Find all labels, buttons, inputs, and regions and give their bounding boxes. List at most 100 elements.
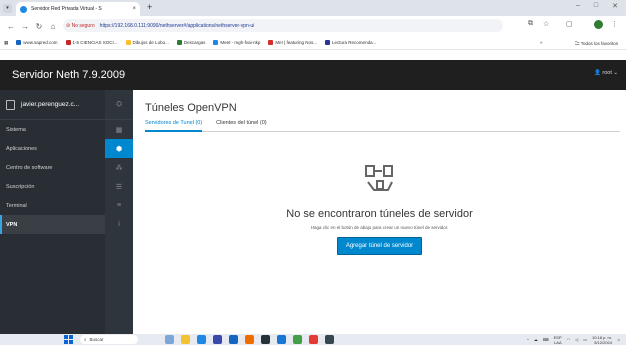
sidebar-item-vpn[interactable]: VPN: [0, 215, 105, 234]
sidebar-item-sistema[interactable]: Sistema: [0, 120, 105, 139]
user-menu[interactable]: 👤 root ⌄: [594, 70, 618, 76]
user-icon: 👤: [593, 70, 601, 76]
server-icon: [6, 99, 15, 110]
edge-browser-icon[interactable]: [197, 335, 206, 344]
sidebar-item-terminal[interactable]: Terminal: [0, 196, 105, 215]
mail-icon[interactable]: [229, 335, 238, 344]
tray-keyboard-icon[interactable]: ⌨: [543, 337, 549, 342]
system-icon[interactable]: ▦: [105, 120, 133, 139]
empty-state-description: Haga clic en el botón de abajo para crea…: [310, 225, 449, 230]
home-icon[interactable]: ⌂: [46, 22, 60, 31]
extensions-icon[interactable]: ▢: [566, 20, 573, 28]
media-player-icon[interactable]: [277, 335, 286, 344]
bookmark-favicon-icon: [268, 40, 274, 45]
bookmark-item[interactable]: www.sapred.com: [16, 40, 58, 45]
bookmark-item[interactable]: Lectura Recomenda...: [325, 40, 376, 45]
host-name: javier.perenguez.c...: [21, 101, 80, 108]
translate-icon[interactable]: ⧉: [528, 20, 533, 28]
url-text[interactable]: https://192.168.0.111:9090/nethserver#/a…: [100, 23, 255, 29]
user-name: root: [602, 70, 612, 76]
steam-icon[interactable]: [261, 335, 270, 344]
apps-grid-icon[interactable]: ▦: [4, 40, 8, 46]
language-layout: LAA: [554, 339, 562, 345]
app-icon[interactable]: [309, 335, 318, 344]
bookmark-item[interactable]: Meet - mgh-fvai-nkp: [213, 40, 260, 45]
browser-menu-icon[interactable]: ⋮: [611, 20, 618, 28]
weather-widget-icon[interactable]: [165, 335, 174, 344]
empty-state: No se encontraron túneles de servidor Ha…: [133, 160, 626, 255]
bookmarks-bar: ▦ www.sapred.com 1-5 CIENCIAS SOCI... Di…: [0, 36, 626, 50]
bookmark-favicon-icon: [125, 40, 131, 45]
taskbar-search-placeholder: Buscar: [89, 337, 104, 342]
reload-icon[interactable]: ↻: [32, 22, 46, 31]
not-secure-badge[interactable]: ⊘ No seguro: [66, 23, 95, 29]
info-icon[interactable]: i: [105, 215, 133, 234]
close-window-button[interactable]: ✕: [612, 2, 618, 10]
taskbar-search[interactable]: ⌕ Buscar: [80, 335, 138, 344]
back-arrow-icon[interactable]: ←: [4, 22, 18, 31]
browser-tab[interactable]: Servidor Red Privada Virtual - S ×: [16, 2, 140, 16]
new-tab-button[interactable]: +: [147, 2, 152, 12]
folder-app-icon[interactable]: [245, 335, 254, 344]
app-brand-title[interactable]: Servidor Neth 7.9.2009: [12, 69, 125, 81]
bookmarks-overflow-button[interactable]: »: [540, 40, 543, 45]
bookmark-star-icon[interactable]: ☆: [543, 20, 549, 28]
all-bookmarks-label: Todos los favoritos: [580, 41, 618, 46]
bookmark-item[interactable]: 1-5 CIENCIAS SOCI...: [65, 40, 118, 45]
bookmark-item[interactable]: Descargas: [176, 40, 205, 45]
tray-chevron-up-icon[interactable]: ^: [527, 337, 529, 342]
tab-close-icon[interactable]: ×: [132, 6, 136, 12]
not-secure-label: No seguro: [71, 22, 95, 29]
bookmark-item[interactable]: Dibujos de Lobo...: [125, 40, 169, 45]
chrome-icon[interactable]: [293, 335, 302, 344]
subscription-icon[interactable]: ☰: [105, 177, 133, 196]
tab-servidores-de-tunel[interactable]: Servidores de Tunel (0): [145, 118, 203, 132]
tab-bar: Servidores de Tunel (0) Clientes del tún…: [145, 118, 620, 132]
forward-arrow-icon[interactable]: →: [18, 22, 32, 31]
windows-start-icon[interactable]: [64, 335, 73, 344]
taskbar-pinned-apps: [165, 335, 334, 344]
terminal-icon[interactable]: ≡: [105, 196, 133, 215]
store-icon[interactable]: [213, 335, 222, 344]
terminal-app-icon[interactable]: [325, 335, 334, 344]
maximize-button[interactable]: □: [594, 2, 598, 10]
all-bookmarks-folder[interactable]: 🗀 Todos los favoritos: [575, 40, 618, 48]
profile-avatar-icon[interactable]: [594, 20, 603, 29]
empty-state-title: No se encontraron túneles de servidor: [286, 208, 473, 220]
wifi-icon[interactable]: ◠: [567, 337, 571, 342]
bookmark-favicon-icon: [325, 40, 331, 45]
sidebar-item-centro-de-software[interactable]: Centro de software: [0, 158, 105, 177]
bookmark-item[interactable]: Me! | featuring Nos...: [268, 40, 317, 45]
bookmark-label: Lectura Recomenda...: [332, 40, 377, 45]
system-tray: ^ ☁ ⌨ ESP LAA ◠ ◁ ▭ 10:18 p. m. 5/12/2024 …: [527, 334, 620, 345]
notifications-bell-icon[interactable]: ♫: [617, 337, 620, 342]
language-indicator[interactable]: ESP LAA: [554, 335, 562, 345]
tab-search-button[interactable]: ▾: [3, 4, 12, 13]
sidebar-icon-rail: ⛭ ▦ ⬢ ⁂ ☰ ≡ i: [105, 90, 133, 334]
sidebar-item-suscripcion[interactable]: Suscripción: [0, 177, 105, 196]
applications-icon[interactable]: ⬢: [105, 139, 133, 158]
address-bar[interactable]: ⊘ No seguro https://192.168.0.111:9090/n…: [63, 19, 503, 32]
app-header: Servidor Neth 7.9.2009 👤 root ⌄: [0, 60, 626, 90]
browser-tab-strip: ▾ Servidor Red Privada Virtual - S × + –…: [0, 0, 626, 16]
os-taskbar: ⌕ Buscar ^ ☁ ⌨ ESP LAA ◠ ◁ ▭ 10:18 p. m. 5…: [0, 334, 626, 345]
tab-clientes-del-tunel[interactable]: Clientes del túnel (0): [216, 118, 266, 132]
bookmark-favicon-icon: [65, 40, 71, 45]
host-switch-icon[interactable]: ⛭: [105, 90, 133, 120]
battery-icon[interactable]: ▭: [583, 337, 587, 342]
volume-icon[interactable]: ◁: [575, 337, 578, 342]
minimize-button[interactable]: –: [576, 2, 580, 10]
search-icon: ⌕: [84, 337, 87, 342]
host-selector[interactable]: javier.perenguez.c...: [0, 90, 105, 120]
clock[interactable]: 10:18 p. m. 5/12/2024: [592, 335, 612, 345]
bookmark-label: Dibujos de Lobo...: [132, 40, 169, 45]
tab-title: Servidor Red Privada Virtual - S: [31, 6, 102, 12]
tray-cloud-icon[interactable]: ☁: [534, 337, 538, 342]
sidebar-item-aplicaciones[interactable]: Aplicaciones: [0, 139, 105, 158]
software-center-icon[interactable]: ⁂: [105, 158, 133, 177]
bookmark-label: Me! | featuring Nos...: [275, 40, 318, 45]
file-explorer-icon[interactable]: [181, 335, 190, 344]
add-server-tunnel-button[interactable]: Agregar túnel de servidor: [336, 237, 423, 255]
page-title: Túneles OpenVPN: [145, 102, 237, 114]
sidebar: javier.perenguez.c... Sistema Aplicacion…: [0, 90, 133, 334]
